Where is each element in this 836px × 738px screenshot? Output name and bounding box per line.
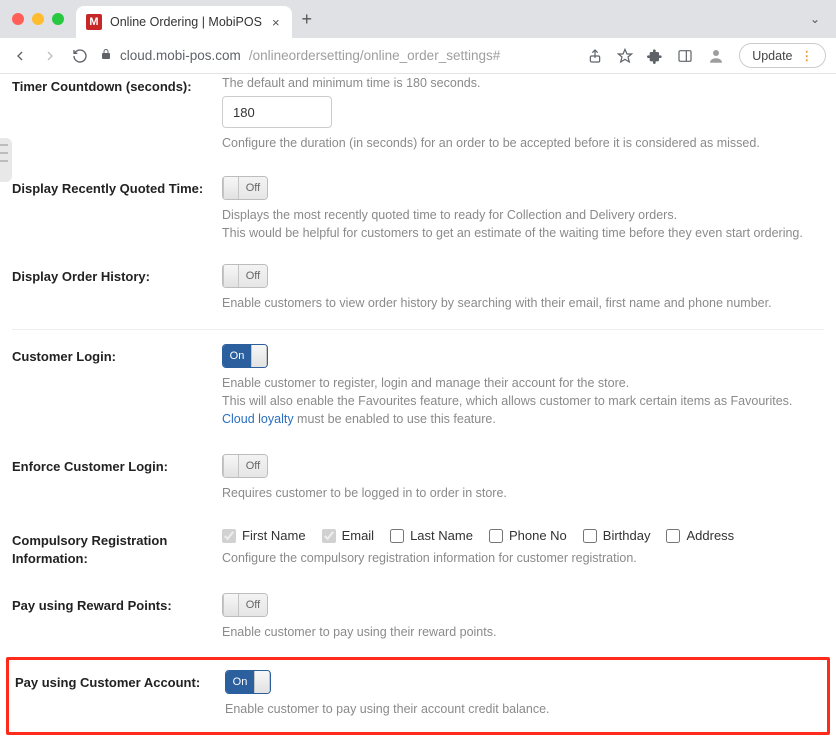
timer-label: Timer Countdown (seconds): [12,74,222,152]
highlighted-section: Pay using Customer Account: On Enable cu… [6,657,830,735]
reload-button[interactable] [70,48,90,64]
chk-last-name[interactable]: Last Name [390,528,473,543]
tabs-overflow-icon[interactable]: ⌄ [802,12,828,26]
compulsory-options: First Name Email Last Name Phone No Birt… [222,528,824,543]
forward-button[interactable] [40,48,60,64]
account-hint: Enable customer to pay using their accou… [225,700,821,718]
history-label: Display Order History: [12,264,222,312]
reward-toggle[interactable]: Off [222,593,268,617]
extensions-icon[interactable] [647,48,663,64]
update-button[interactable]: Update ⋮ [739,43,826,68]
tab-bar: M Online Ordering | MobiPOS × + ⌄ [0,0,836,38]
login-toggle[interactable]: On [222,344,268,368]
toggle-off-label: Off [239,455,267,477]
timer-hint-top: The default and minimum time is 180 seco… [222,74,824,90]
share-icon[interactable] [587,48,603,64]
close-tab-icon[interactable]: × [270,15,282,30]
minimize-window-icon[interactable] [32,13,44,25]
new-tab-button[interactable]: + [292,9,323,30]
browser-chrome: M Online Ordering | MobiPOS × + ⌄ cloud.… [0,0,836,74]
toggle-on-label: On [223,345,251,367]
cloud-loyalty-link[interactable]: Cloud loyalty [222,412,294,426]
bookmark-icon[interactable] [617,48,633,64]
quoted-toggle[interactable]: Off [222,176,268,200]
favicon-icon: M [86,14,102,30]
compulsory-hint: Configure the compulsory registration in… [222,549,824,567]
toggle-off-label: Off [239,177,267,199]
account-label: Pay using Customer Account: [15,670,225,718]
enforce-hint: Requires customer to be logged in to ord… [222,484,824,502]
side-drawer-handle[interactable] [0,138,12,182]
close-window-icon[interactable] [12,13,24,25]
history-toggle[interactable]: Off [222,264,268,288]
timer-hint-bottom: Configure the duration (in seconds) for … [222,134,824,152]
more-icon[interactable]: ⋮ [801,48,814,63]
chk-email[interactable]: Email [322,528,375,543]
toggle-off-label: Off [239,265,267,287]
back-button[interactable] [10,48,30,64]
login-label: Customer Login: [12,344,222,428]
chk-birthday[interactable]: Birthday [583,528,651,543]
toggle-off-label: Off [239,594,267,616]
page-content: Timer Countdown (seconds): The default a… [0,68,836,738]
profile-icon[interactable] [707,47,725,65]
lock-icon [100,48,112,63]
url-path: /onlineordersetting/online_order_setting… [249,48,500,63]
timer-input[interactable] [222,96,332,128]
enforce-toggle[interactable]: Off [222,454,268,478]
enforce-label: Enforce Customer Login: [12,454,222,502]
history-hint: Enable customers to view order history b… [222,294,824,312]
browser-tab[interactable]: M Online Ordering | MobiPOS × [76,6,292,38]
login-hint: Enable customer to register, login and m… [222,374,824,428]
address-bar[interactable]: cloud.mobi-pos.com/onlineordersetting/on… [100,48,577,63]
toggle-on-label: On [226,671,254,693]
quoted-hint: Displays the most recently quoted time t… [222,206,824,242]
reward-hint: Enable customer to pay using their rewar… [222,623,824,641]
maximize-window-icon[interactable] [52,13,64,25]
account-toggle[interactable]: On [225,670,271,694]
url-host: cloud.mobi-pos.com [120,48,241,63]
panel-icon[interactable] [677,48,693,64]
tab-title: Online Ordering | MobiPOS [110,15,262,29]
chk-address[interactable]: Address [666,528,734,543]
chk-first-name[interactable]: First Name [222,528,306,543]
update-label: Update [752,49,792,63]
window-controls [8,13,76,25]
chk-phone[interactable]: Phone No [489,528,567,543]
quoted-label: Display Recently Quoted Time: [12,176,222,242]
compulsory-label: Compulsory Registration Information: [12,528,222,567]
reward-label: Pay using Reward Points: [12,593,222,641]
